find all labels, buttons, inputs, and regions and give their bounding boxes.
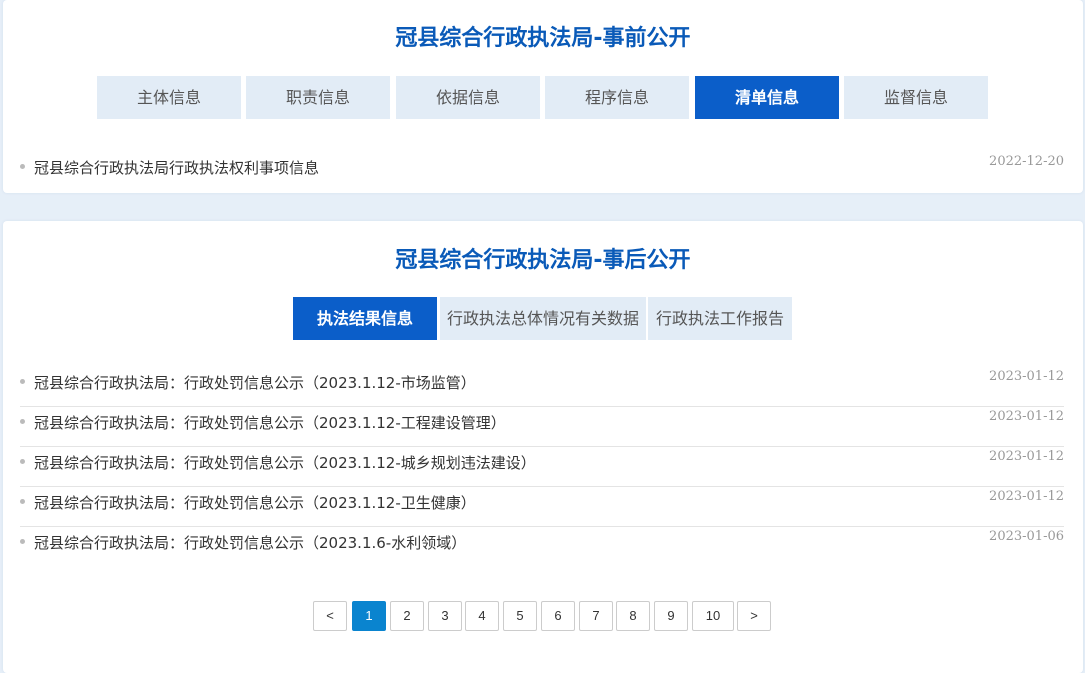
page-button-2[interactable]: 2	[390, 601, 424, 631]
list-item: 冠县综合行政执法局：行政处罚信息公示（2023.1.6-水利领域） 2023-0…	[20, 527, 1064, 567]
page-button-8[interactable]: 8	[616, 601, 650, 631]
list-item: 冠县综合行政执法局：行政处罚信息公示（2023.1.12-工程建设管理） 202…	[20, 407, 1064, 447]
bullet-dot	[20, 164, 25, 169]
tab-enforcement-report[interactable]: 行政执法工作报告	[648, 297, 792, 340]
page-button-4[interactable]: 4	[465, 601, 499, 631]
pagination: < 1 2 3 4 5 6 7 8 9 10 >	[3, 601, 1083, 631]
list-item-link[interactable]: 冠县综合行政执法局：行政处罚信息公示（2023.1.12-市场监管）	[34, 372, 476, 393]
bullet-dot	[20, 459, 25, 464]
pre-disclosure-panel: 冠县综合行政执法局-事前公开 主体信息 职责信息 依据信息 程序信息 清单信息 …	[3, 0, 1083, 193]
list-item-date: 2023-01-12	[989, 369, 1064, 384]
list-item-date: 2023-01-12	[989, 449, 1064, 464]
list-item-link[interactable]: 冠县综合行政执法局行政执法权利事项信息	[34, 157, 319, 178]
page-button-9[interactable]: 9	[654, 601, 688, 631]
post-disclosure-title: 冠县综合行政执法局-事后公开	[395, 248, 691, 273]
list-item: 冠县综合行政执法局行政执法权利事项信息 2022-12-20	[20, 152, 1064, 192]
post-disclosure-tabs: 执法结果信息 行政执法总体情况有关数据 行政执法工作报告	[3, 297, 1083, 340]
tab-duty-info[interactable]: 职责信息	[246, 76, 390, 119]
tab-procedure-info[interactable]: 程序信息	[545, 76, 689, 119]
list-item: 冠县综合行政执法局：行政处罚信息公示（2023.1.12-城乡规划违法建设） 2…	[20, 447, 1064, 487]
post-disclosure-panel: 冠县综合行政执法局-事后公开 执法结果信息 行政执法总体情况有关数据 行政执法工…	[3, 221, 1083, 673]
bullet-dot	[20, 379, 25, 384]
list-item-date: 2023-01-06	[989, 529, 1064, 544]
next-page-button[interactable]: >	[737, 601, 771, 631]
list-item-date: 2023-01-12	[989, 489, 1064, 504]
page-button-3[interactable]: 3	[428, 601, 462, 631]
list-item: 冠县综合行政执法局：行政处罚信息公示（2023.1.12-卫生健康） 2023-…	[20, 487, 1064, 527]
pre-disclosure-tabs: 主体信息 职责信息 依据信息 程序信息 清单信息 监督信息	[3, 76, 1083, 119]
list-item-link[interactable]: 冠县综合行政执法局：行政处罚信息公示（2023.1.12-卫生健康）	[34, 492, 476, 513]
pre-disclosure-title: 冠县综合行政执法局-事前公开	[395, 26, 691, 51]
list-item: 冠县综合行政执法局：行政处罚信息公示（2023.1.12-市场监管） 2023-…	[20, 367, 1064, 407]
list-item-link[interactable]: 冠县综合行政执法局：行政处罚信息公示（2023.1.12-城乡规划违法建设）	[34, 452, 536, 473]
bullet-dot	[20, 539, 25, 544]
bullet-dot	[20, 499, 25, 504]
tab-enforcement-statistics[interactable]: 行政执法总体情况有关数据	[440, 297, 646, 340]
page-button-10[interactable]: 10	[692, 601, 734, 631]
list-item-link[interactable]: 冠县综合行政执法局：行政处罚信息公示（2023.1.6-水利领域）	[34, 532, 466, 553]
page-button-1[interactable]: 1	[352, 601, 386, 631]
tab-supervision-info[interactable]: 监督信息	[844, 76, 988, 119]
page-button-6[interactable]: 6	[541, 601, 575, 631]
page-button-7[interactable]: 7	[579, 601, 613, 631]
list-item-link[interactable]: 冠县综合行政执法局：行政处罚信息公示（2023.1.12-工程建设管理）	[34, 412, 506, 433]
tab-subject-info[interactable]: 主体信息	[97, 76, 241, 119]
page-button-5[interactable]: 5	[503, 601, 537, 631]
tab-basis-info[interactable]: 依据信息	[396, 76, 540, 119]
tab-list-info[interactable]: 清单信息	[695, 76, 839, 119]
tab-enforcement-results[interactable]: 执法结果信息	[293, 297, 437, 340]
prev-page-button[interactable]: <	[313, 601, 347, 631]
list-item-date: 2023-01-12	[989, 409, 1064, 424]
bullet-dot	[20, 419, 25, 424]
list-item-date: 2022-12-20	[989, 154, 1064, 169]
